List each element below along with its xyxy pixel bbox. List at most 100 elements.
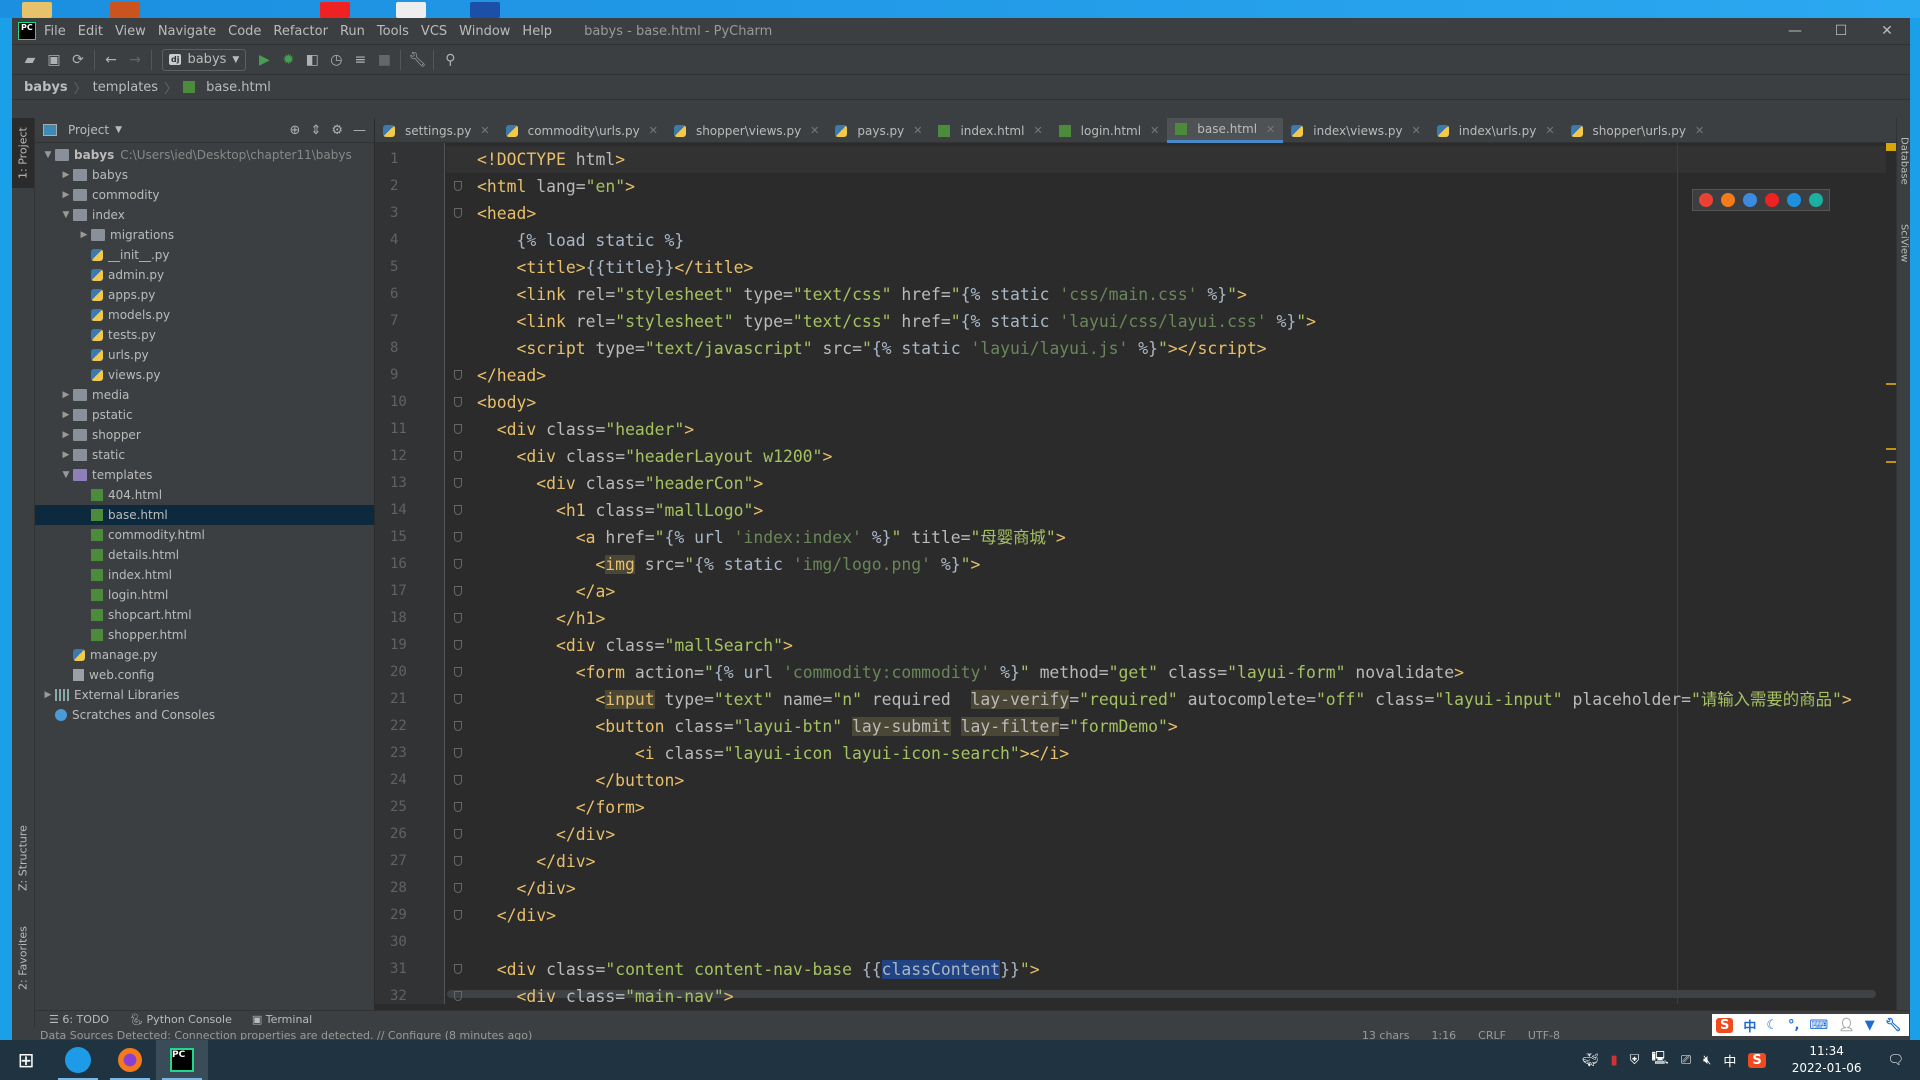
chrome-icon[interactable] (1699, 193, 1713, 207)
docker-icon[interactable] (52, 1040, 104, 1080)
close-tab-icon[interactable]: ✕ (1545, 124, 1554, 137)
error-stripe-marker[interactable] (1886, 461, 1896, 463)
editor-tab[interactable]: shopper\urls.py ✕ (1563, 118, 1713, 143)
code-line[interactable]: <script type="text/javascript" src="{% s… (477, 335, 1266, 362)
run-icon[interactable]: ▶ (252, 48, 276, 72)
tree-item[interactable]: ▼ templates (35, 465, 374, 485)
tree-item[interactable]: Scratches and Consoles (35, 705, 374, 725)
tree-item[interactable]: ▶ commodity (35, 185, 374, 205)
collapse-arrow-icon[interactable]: ▶ (59, 170, 73, 180)
input-language[interactable]: 中 (1723, 1051, 1736, 1070)
fold-marker-icon[interactable] (454, 181, 462, 191)
tree-item[interactable]: commodity.html (35, 525, 374, 545)
tree-item[interactable]: views.py (35, 365, 374, 385)
tree-item[interactable]: ▶ babys (35, 165, 374, 185)
editor-tab[interactable]: settings.py ✕ (375, 118, 498, 143)
safari-icon[interactable] (1743, 193, 1757, 207)
firefox-icon[interactable] (1721, 193, 1735, 207)
maximize-icon[interactable]: ☐ (1818, 18, 1864, 44)
clock[interactable]: 11:34 2022-01-06 (1792, 1043, 1862, 1077)
code-line[interactable]: <img src="{% static 'img/logo.png' %}"> (477, 551, 980, 578)
menu-refactor[interactable]: Refactor (273, 24, 328, 39)
collapse-arrow-icon[interactable]: ▶ (59, 390, 73, 400)
fold-marker-icon[interactable] (454, 910, 462, 920)
tree-item[interactable]: urls.py (35, 345, 374, 365)
tree-item[interactable]: manage.py (35, 645, 374, 665)
fold-marker-icon[interactable] (454, 478, 462, 488)
opera-icon[interactable] (1765, 193, 1779, 207)
close-icon[interactable]: ✕ (1864, 18, 1910, 44)
fold-marker-icon[interactable] (454, 640, 462, 650)
windows-start-icon[interactable]: ⊞ (0, 1040, 52, 1080)
wrench-icon[interactable]: 🔧︎ (405, 48, 429, 72)
fold-marker-icon[interactable] (454, 586, 462, 596)
code-line[interactable]: </div> (477, 848, 595, 875)
tree-item[interactable]: index.html (35, 565, 374, 585)
fold-marker-icon[interactable] (454, 964, 462, 974)
display-icon[interactable]: ⎚ (1681, 1053, 1691, 1068)
menu-view[interactable]: View (115, 24, 146, 39)
code-line[interactable]: <form action="{% url 'commodity:commodit… (477, 659, 1464, 686)
docker-tray-icon[interactable]: 🐳︎ (1582, 1053, 1599, 1068)
code-line[interactable]: </a> (477, 578, 616, 605)
warning-marker[interactable] (1886, 143, 1896, 151)
breadcrumb-item[interactable]: templates (93, 80, 158, 95)
tree-item[interactable]: ▶ migrations (35, 225, 374, 245)
collapse-all-icon[interactable]: ⇕ (310, 123, 321, 138)
network-icon[interactable]: 🖳︎ (1651, 1049, 1668, 1071)
editor-tab[interactable]: index\urls.py ✕ (1429, 118, 1563, 143)
back-icon[interactable]: ← (99, 48, 123, 72)
security-icon[interactable]: ⛨ (1630, 1053, 1640, 1068)
skin-icon[interactable]: ▼ (1865, 1018, 1875, 1033)
fold-marker-icon[interactable] (454, 802, 462, 812)
code-line[interactable]: <div class="main-nav"> (477, 983, 733, 1004)
wrench-icon[interactable]: 🔧︎ (1885, 1018, 1902, 1033)
hide-icon[interactable]: — (353, 123, 366, 138)
keyboard-icon[interactable]: ⌨ (1810, 1018, 1829, 1033)
desktop-icon[interactable] (22, 2, 52, 18)
menu-edit[interactable]: Edit (78, 24, 103, 39)
tree-item[interactable]: tests.py (35, 325, 374, 345)
code-line[interactable]: </h1> (477, 605, 605, 632)
stop-icon[interactable]: ■ (372, 48, 396, 72)
locate-icon[interactable]: ⊕ (290, 123, 301, 138)
error-stripe-marker[interactable] (1886, 383, 1896, 385)
tree-item[interactable]: shopper.html (35, 625, 374, 645)
desktop-icon[interactable] (320, 2, 350, 18)
expand-arrow-icon[interactable]: ▼ (41, 150, 55, 160)
file-encoding[interactable]: UTF-8 (1528, 1029, 1560, 1041)
menu-code[interactable]: Code (228, 24, 261, 39)
menu-file[interactable]: File (44, 24, 66, 39)
editor-tab[interactable]: commodity\urls.py ✕ (498, 118, 666, 143)
code-line[interactable]: <!DOCTYPE html> (477, 146, 625, 173)
code-line[interactable]: <html lang="en"> (477, 173, 635, 200)
chevron-down-icon[interactable]: ▼ (115, 125, 122, 135)
debug-icon[interactable]: ✹ (276, 48, 300, 72)
close-tab-icon[interactable]: ✕ (1150, 124, 1159, 137)
fold-marker-icon[interactable] (454, 883, 462, 893)
code-line[interactable]: <i class="layui-icon layui-icon-search">… (477, 740, 1069, 767)
fold-marker-icon[interactable] (454, 721, 462, 731)
code-line[interactable]: <div class="headerLayout w1200"> (477, 443, 832, 470)
code-line[interactable]: <div class="headerCon"> (477, 470, 763, 497)
collapse-arrow-icon[interactable]: ▶ (77, 230, 91, 240)
sogou-tray-icon[interactable]: S (1748, 1052, 1766, 1068)
code-line[interactable]: </button> (477, 767, 684, 794)
editor-tab[interactable]: shopper\views.py ✕ (666, 118, 827, 143)
edge-icon[interactable] (1809, 193, 1823, 207)
editor-tab[interactable]: base.html ✕ (1167, 118, 1284, 143)
collapse-arrow-icon[interactable]: ▶ (59, 450, 73, 460)
caret-position[interactable]: 1:16 (1431, 1029, 1456, 1041)
editor-tab[interactable]: login.html ✕ (1051, 118, 1168, 143)
fold-marker-icon[interactable] (454, 748, 462, 758)
fold-marker-icon[interactable] (454, 667, 462, 677)
minimize-icon[interactable]: — (1772, 18, 1818, 44)
fold-marker-icon[interactable] (454, 613, 462, 623)
tree-item[interactable]: apps.py (35, 285, 374, 305)
terminal-tool-button[interactable]: ▣ Terminal (252, 1013, 312, 1026)
expand-arrow-icon[interactable]: ▼ (59, 470, 73, 480)
code-line[interactable]: <body> (477, 389, 536, 416)
editor-tab[interactable]: index\views.py ✕ (1283, 118, 1429, 143)
editor-tab[interactable]: pays.py ✕ (827, 118, 930, 143)
tree-item[interactable]: admin.py (35, 265, 374, 285)
